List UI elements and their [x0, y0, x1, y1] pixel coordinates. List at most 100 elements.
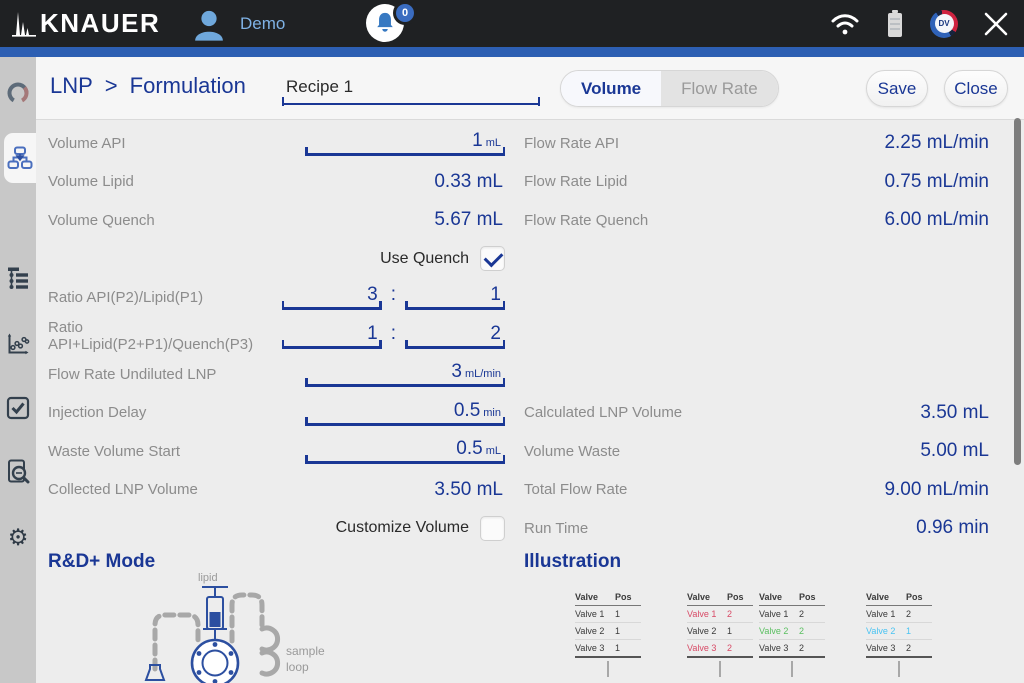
toggle-option-volume[interactable]: Volume [561, 71, 661, 106]
syringe-lipid [202, 587, 228, 639]
row-waste-volume-start: Waste Volume Start 0.5 mL [48, 432, 505, 471]
field-label: Volume API [48, 135, 305, 152]
flowchart-icon [7, 146, 33, 170]
user-avatar-icon[interactable] [192, 6, 226, 42]
hierarchy-list-icon [7, 267, 29, 291]
sidebar-item-formulation-active[interactable] [4, 133, 36, 183]
sample-loop-coil [262, 628, 278, 674]
document-search-icon [6, 459, 30, 485]
sidebar-nav: ⚙ [0, 57, 36, 683]
sidebar-item-results-chart[interactable] [0, 322, 36, 366]
sidebar-item-tasks[interactable] [0, 386, 36, 430]
table-row: Valve 32 [759, 640, 825, 658]
table-row: Valve 32 [866, 640, 932, 658]
row-use-quench: Use Quench [48, 240, 505, 279]
row-flow-rate-undiluted: Flow Rate Undiluted LNP 3 mL/min [48, 355, 505, 394]
fluidics-diagram: lipid [136, 567, 456, 683]
flow-rate-lipid-value: 0.75 mL/min [884, 171, 991, 193]
row-flow-rate-api: Flow Rate API 2.25 mL/min [524, 124, 991, 163]
field-label: Run Time [524, 520, 916, 537]
row-flow-rate-quench: Flow Rate Quench 6.00 mL/min [524, 201, 991, 240]
form-column-left: Volume API 1 mL Volume Lipid 0.33 mL Vol… [48, 124, 505, 548]
field-label: Waste Volume Start [48, 443, 305, 460]
row-volume-quench: Volume Quench 5.67 mL [48, 201, 505, 240]
illustration-title: Illustration [524, 551, 621, 573]
recipe-name-input[interactable] [282, 71, 540, 103]
use-quench-checkbox[interactable] [480, 246, 505, 271]
top-bar: KNAUER Demo 0 [0, 0, 1024, 47]
table-row: Valve 21 [575, 623, 641, 640]
user-name: Demo [240, 14, 285, 34]
breadcrumb-separator: > [105, 73, 118, 99]
unit-label: min [483, 407, 501, 419]
mixing-valve [192, 640, 238, 683]
wifi-icon [830, 11, 860, 37]
notification-badge: 0 [393, 1, 417, 25]
notifications-button[interactable]: 0 [366, 4, 428, 44]
table-row: Valve 22 [759, 623, 825, 640]
accent-strip [0, 47, 1024, 57]
row-injection-delay: Injection Delay 0.5 min [48, 394, 505, 433]
injection-delay-input[interactable]: 0.5 min [305, 400, 505, 426]
timeline-tick [898, 661, 900, 677]
row-run-time: Run Time 0.96 min [524, 509, 991, 548]
volume-api-input[interactable]: 1 mL [305, 130, 505, 156]
table-row: Valve 21 [687, 623, 753, 640]
save-button[interactable]: Save [866, 70, 928, 107]
close-app-icon[interactable] [982, 10, 1010, 38]
sidebar-item-settings[interactable]: ⚙ [0, 516, 36, 560]
form-column-right: Flow Rate API 2.25 mL/min Flow Rate Lipi… [524, 124, 991, 548]
diagram-label-sample-loop: sample [286, 644, 325, 658]
field-label: Flow Rate Lipid [524, 173, 884, 190]
valve-table-4: ValvePos Valve 12 Valve 21 Valve 32 [866, 592, 932, 677]
checkbox-check-icon [6, 396, 30, 420]
waste-volume-start-input[interactable]: 0.5 mL [305, 438, 505, 464]
field-label: Volume Lipid [48, 173, 434, 190]
app-window: KNAUER Demo 0 [0, 0, 1024, 683]
row-total-flow-rate: Total Flow Rate 9.00 mL/min [524, 471, 991, 510]
table-row: Valve 32 [687, 640, 753, 658]
sidebar-item-queue[interactable] [0, 257, 36, 301]
ratio-lnp-quench-input-a[interactable]: 1 [282, 323, 382, 349]
field-label: Calculated LNP Volume [524, 404, 920, 421]
total-flow-rate-value: 9.00 mL/min [884, 479, 991, 501]
recipe-name-field [282, 71, 540, 105]
row-ratio-api-lipid: Ratio API(P2)/Lipid(P1) 3 : 1 [48, 278, 505, 317]
field-label: Collected LNP Volume [48, 481, 434, 498]
volume-waste-value: 5.00 mL [920, 440, 991, 462]
unit-label: mL [486, 137, 501, 149]
timeline-tick [607, 661, 609, 677]
field-label: Volume Waste [524, 443, 920, 460]
customize-volume-label: Customize Volume [336, 519, 469, 537]
row-ratio-lnp-quench: Ratio API+Lipid(P2+P1)/Quench(P3) 1 : 2 [48, 317, 505, 356]
field-label: Flow Rate Quench [524, 212, 884, 229]
diagram-label-lipid: lipid [198, 572, 218, 584]
sidebar-item-report-search[interactable] [0, 450, 36, 494]
breadcrumb-parent[interactable]: LNP [50, 73, 93, 99]
flow-rate-undiluted-input[interactable]: 3 mL/min [305, 361, 505, 387]
row-volume-waste: Volume Waste 5.00 mL [524, 432, 991, 471]
field-label: Total Flow Rate [524, 481, 884, 498]
close-button[interactable]: Close [944, 70, 1008, 107]
gear-icon: ⚙ [8, 527, 29, 550]
row-volume-lipid: Volume Lipid 0.33 mL [48, 163, 505, 202]
row-volume-api: Volume API 1 mL [48, 124, 505, 163]
ratio-api-lipid-input-b[interactable]: 1 [405, 284, 505, 310]
field-label: Ratio API+Lipid(P2+P1)/Quench(P3) [48, 319, 282, 353]
field-label: Flow Rate Undiluted LNP [48, 366, 305, 383]
brand-name: KNAUER [40, 8, 160, 38]
ratio-api-lipid-input-a[interactable]: 3 [282, 284, 382, 310]
scatter-plot-icon [6, 332, 30, 356]
table-row: Valve 12 [759, 606, 825, 623]
ratio-lnp-quench-input-b[interactable]: 2 [405, 323, 505, 349]
vertical-scrollbar[interactable] [1014, 118, 1021, 465]
ratio-separator: : [391, 284, 396, 306]
valve-table-3: ValvePos Valve 12 Valve 22 Valve 32 [759, 592, 825, 677]
volume-quench-value: 5.67 mL [434, 209, 505, 231]
chromatogram-peaks-icon [12, 8, 36, 38]
table-row: Valve 21 [866, 623, 932, 640]
customize-volume-checkbox[interactable] [480, 516, 505, 541]
field-label: Volume Quench [48, 212, 434, 229]
knauer-logo: KNAUER [12, 8, 160, 38]
toggle-option-flow-rate[interactable]: Flow Rate [661, 71, 778, 106]
